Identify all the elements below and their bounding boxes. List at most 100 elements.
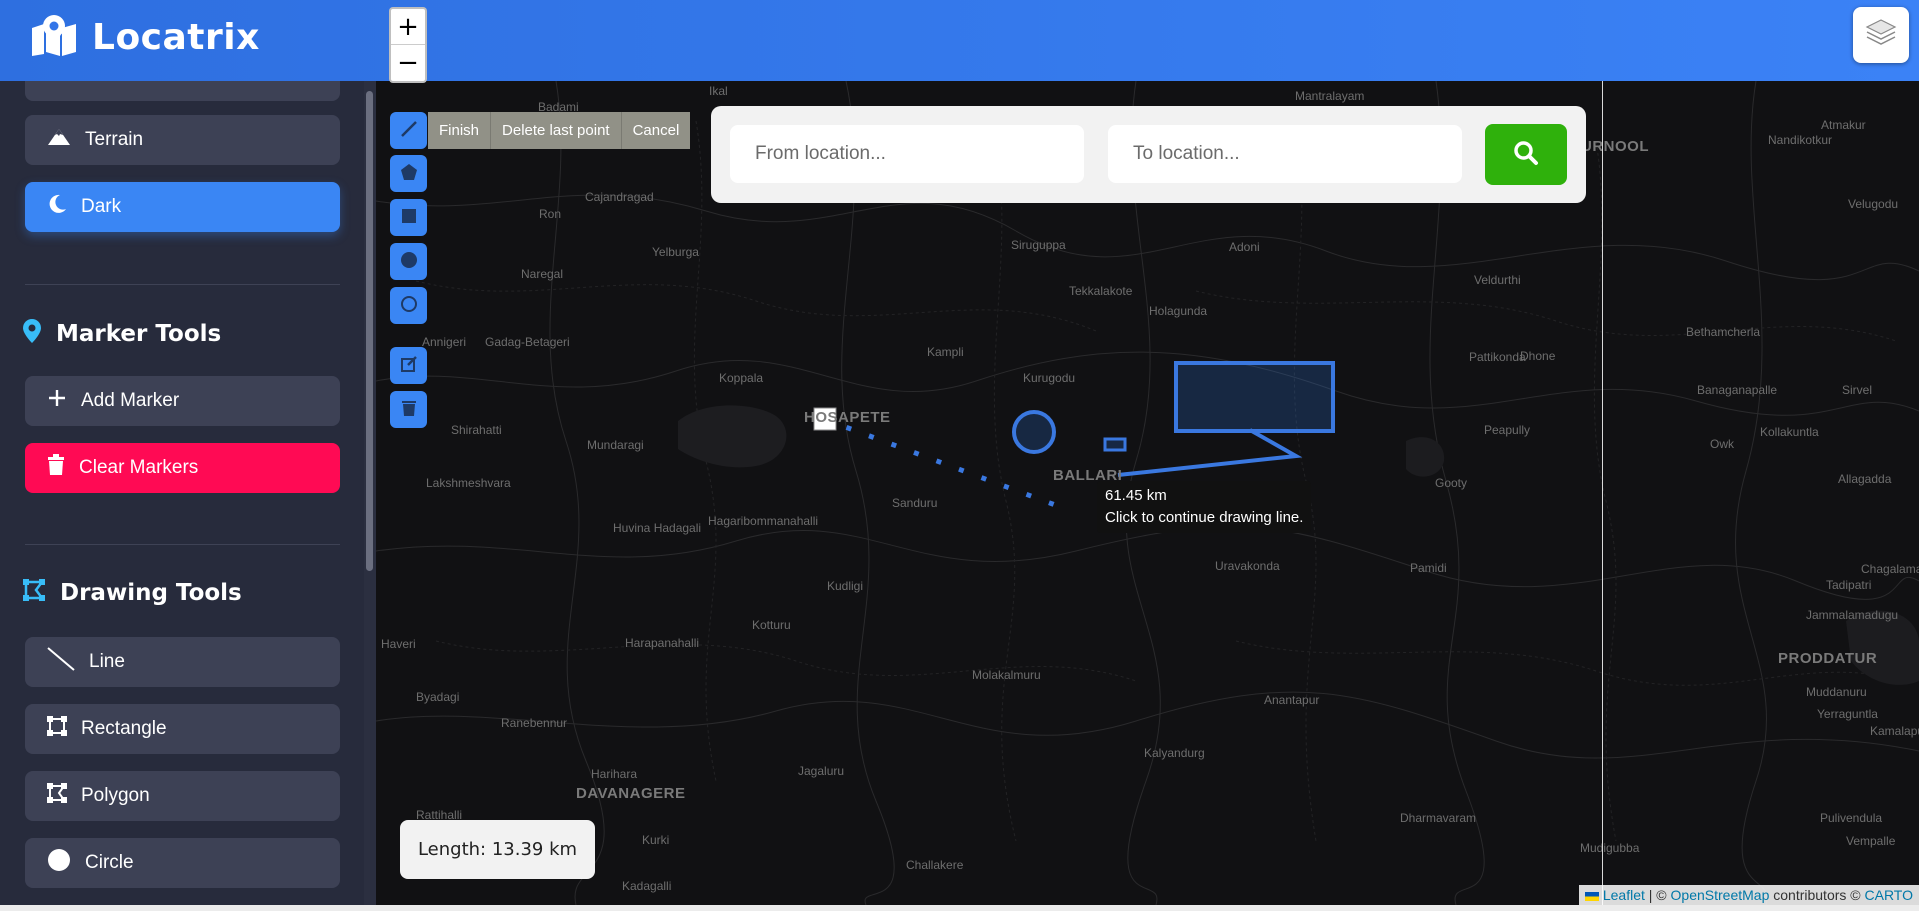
map-place-label: Molakalmuru	[972, 668, 1041, 682]
map-pin-logo-icon	[30, 14, 78, 60]
clear-markers-button[interactable]: Clear Markers	[25, 443, 340, 493]
map-place-label: Koppala	[719, 371, 764, 385]
ukraine-flag-icon	[1584, 891, 1599, 901]
map-place-label: Muddanuru	[1806, 685, 1867, 699]
layers-button[interactable]	[1853, 7, 1909, 63]
filled-circle-icon	[400, 251, 418, 273]
zoom-in-button[interactable]: +	[391, 9, 425, 45]
rectangle-icon	[47, 716, 67, 742]
map-place-label: Tekkalakote	[1069, 284, 1133, 298]
layer-dark-label: Dark	[81, 196, 122, 217]
draw-circle-tool[interactable]	[390, 243, 427, 280]
map-place-label: Kalyandurg	[1144, 746, 1205, 760]
map-place-label: Vempalle	[1846, 834, 1896, 848]
map-place-label: Lakshmeshvara	[426, 476, 511, 490]
layer-terrain-label: Terrain	[85, 129, 144, 150]
map-place-label: Pulivendula	[1820, 811, 1883, 825]
layer-dark-button[interactable]: Dark	[25, 182, 340, 232]
map-place-label: Peapully	[1484, 423, 1531, 437]
draw-line-button[interactable]: Line	[25, 637, 340, 687]
app-header: Locatrix	[0, 0, 1919, 81]
map-place-label: Challakere	[906, 858, 964, 872]
draw-circle-button[interactable]: Circle	[25, 838, 340, 888]
map-place-label: Mantralayam	[1295, 89, 1365, 103]
trash-icon	[401, 399, 417, 421]
moon-icon	[47, 194, 67, 220]
map-place-label: Veldurthi	[1474, 273, 1521, 287]
map-place-label: Gooty	[1435, 476, 1468, 490]
draw-tooltip: 61.45 km Click to continue drawing line.	[1097, 481, 1312, 533]
layer-terrain-button[interactable]: Terrain	[25, 115, 340, 165]
map-place-label: Cajandragad	[585, 190, 654, 204]
circle-icon	[47, 848, 71, 878]
draw-polygon-tool[interactable]	[390, 155, 427, 192]
map-place-label: Allagadda	[1838, 472, 1892, 486]
map-place-label: Uravakonda	[1215, 559, 1280, 573]
draw-rectangle-tool[interactable]	[390, 199, 427, 236]
edit-layers-tool[interactable]	[390, 347, 427, 384]
length-readout: Length: 13.39 km	[400, 820, 595, 879]
drawing-tools-title: Drawing Tools	[60, 580, 242, 606]
map-place-label: Kamalapuram	[1870, 724, 1919, 738]
app-logo[interactable]: Locatrix	[30, 14, 260, 60]
delete-layers-tool[interactable]	[390, 391, 427, 428]
square-icon	[401, 208, 417, 228]
trash-icon	[47, 454, 65, 482]
polygon-icon	[47, 783, 67, 809]
map-place-label: Kudligi	[827, 579, 864, 593]
map-place-label: Kadagalli	[622, 879, 672, 893]
draw-line-label: Line	[89, 651, 125, 672]
map-place-label: Dhone	[1520, 349, 1556, 363]
map-attribution: Leaflet | © OpenStreetMap contributors ©…	[1578, 885, 1919, 905]
marker-tools-title: Marker Tools	[56, 321, 222, 347]
sidebar-divider	[25, 284, 340, 285]
draw-polygon-button[interactable]: Polygon	[25, 771, 340, 821]
delete-last-point-button[interactable]: Delete last point	[490, 112, 621, 149]
map-place-label: Kurki	[642, 833, 670, 847]
drawing-tools-heading: Drawing Tools	[22, 578, 242, 608]
map-place-label: Bethamcherla	[1686, 325, 1761, 339]
bottom-strip	[0, 905, 1919, 911]
leaflet-link[interactable]: Leaflet	[1603, 887, 1645, 903]
map-place-label: Annigeri	[422, 335, 467, 349]
draw-circle-label: Circle	[85, 852, 134, 873]
sidebar-scrollbar-thumb[interactable]	[366, 91, 373, 571]
cancel-drawing-button[interactable]: Cancel	[620, 112, 691, 149]
map-place-label: Tadipatri	[1826, 578, 1872, 592]
draw-rectangle-button[interactable]: Rectangle	[25, 704, 340, 754]
carto-link[interactable]: CARTO	[1865, 887, 1914, 903]
map-marker-icon	[22, 318, 42, 350]
map-place-label: Shirahatti	[451, 423, 502, 437]
layers-icon	[1864, 16, 1898, 54]
mountain-icon	[47, 128, 71, 152]
from-location-input[interactable]	[730, 125, 1084, 183]
zoom-out-button[interactable]: −	[391, 45, 425, 81]
map-place-label: PRODDATUR	[1778, 650, 1878, 667]
map-place-label: Yerraguntla	[1817, 707, 1878, 721]
finish-drawing-button[interactable]: Finish	[428, 112, 491, 149]
map-place-label: Holagunda	[1149, 304, 1208, 318]
osm-link[interactable]: OpenStreetMap	[1671, 887, 1770, 903]
map-place-label: Ikal	[709, 84, 728, 98]
map-place-label: Dharmavaram	[1400, 811, 1477, 825]
map-place-label: Nandikotkur	[1768, 133, 1833, 147]
map-place-label: Velugodu	[1848, 197, 1899, 211]
draw-actions-bar: Finish Delete last point Cancel	[428, 112, 691, 149]
sidebar-divider	[25, 544, 340, 545]
map-place-label: Pamidi	[1410, 561, 1447, 575]
attribution-contributors: contributors ©	[1773, 887, 1861, 903]
draw-polyline-tool[interactable]	[390, 112, 427, 149]
map-place-label: Banaganapalle	[1697, 383, 1778, 397]
map-place-label: Byadagi	[416, 690, 460, 704]
sidebar-item-partial[interactable]	[25, 81, 340, 101]
route-search-button[interactable]	[1485, 124, 1567, 185]
add-marker-button[interactable]: Add Marker	[25, 376, 340, 426]
map-place-label: Sanduru	[892, 496, 938, 510]
line-icon	[47, 647, 75, 677]
draw-polygon-icon	[22, 578, 46, 608]
to-location-input[interactable]	[1108, 125, 1462, 183]
draw-circlemarker-tool[interactable]	[390, 287, 427, 324]
map-place-label: Ranebennur	[501, 716, 568, 730]
sidebar: Terrain Dark Marker Tools Add Marker Cle…	[0, 81, 376, 911]
map-place-label: Jammalamadugu	[1806, 608, 1899, 622]
